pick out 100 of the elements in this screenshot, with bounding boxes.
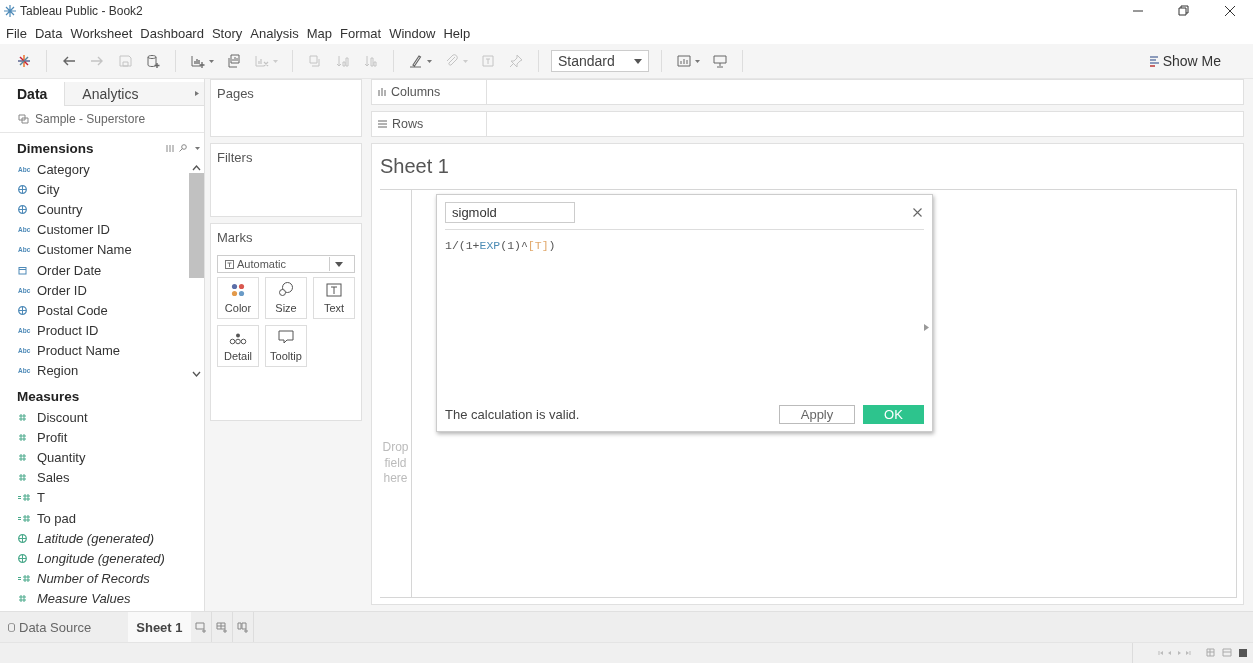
columns-icon[interactable] [166,144,175,152]
columns-icon [378,88,386,96]
swap-icon [307,53,323,69]
drop-hint: Drop field here [381,440,410,487]
linked-sheets-icon [18,114,29,124]
fit-dropdown[interactable]: Standard [551,50,649,72]
field-item[interactable]: Profit [0,427,204,448]
menu-item[interactable]: File [2,25,31,41]
calculation-name-field[interactable]: sigmold [445,202,575,223]
validation-message: The calculation is valid. [445,407,581,422]
label-box-icon [480,53,496,69]
search-icon[interactable] [179,144,187,152]
menu-item[interactable]: Worksheet [66,25,137,41]
menu-item[interactable]: Dashboard [136,25,208,41]
field-item[interactable]: Order Date [0,259,188,281]
card-title: Marks [216,229,254,247]
hash-icon [18,432,27,442]
caret-icon [427,58,432,64]
side-tab[interactable]: Data [0,82,66,106]
calculated-hash-icon [18,513,31,523]
shelf[interactable]: Columns [371,79,1244,105]
caret-icon [634,58,642,64]
hash-icon [18,473,27,483]
chart-plus-icon [190,53,206,69]
field-item[interactable]: Postal Code [0,300,188,321]
bars-icon [1149,55,1159,67]
marks-button[interactable]: Color [217,277,259,319]
shelf[interactable]: Rows [371,111,1244,137]
field-item[interactable]: Discount [0,407,204,428]
shelf-label: Columns [391,85,441,99]
menu-item[interactable]: Map [302,25,336,41]
field-item[interactable]: Latitude (generated) [0,528,204,549]
globe-icon [18,533,27,543]
card-title: Filters [216,149,254,167]
field-item[interactable]: To pad [0,508,204,529]
caret-icon [273,58,278,64]
hash-icon [18,453,27,463]
field-item[interactable]: Measure Values [0,588,204,609]
hash-icon [18,594,27,604]
menu-item[interactable]: Story [207,25,247,41]
data-source-name[interactable]: Sample - Superstore [35,112,146,126]
menu-item[interactable]: Window [385,25,440,41]
chevron-up-icon[interactable] [191,165,201,171]
monitor-icon [712,53,728,69]
section-title: Measures [17,388,81,404]
collapse-icon[interactable] [195,91,199,96]
caret-icon [695,58,700,64]
field-item[interactable]: Country [0,199,188,220]
marks-button[interactable]: Detail [217,325,259,367]
close-button[interactable] [913,208,922,217]
menu-item[interactable]: Help [439,25,475,41]
dropdown-arrow-icon[interactable] [195,146,200,150]
globe-icon [18,305,27,315]
menu-item[interactable]: Data [30,25,67,41]
field-item[interactable]: Number of Records [0,568,204,589]
sheet-plus-icon [194,621,207,633]
shelf-label: Rows [392,117,424,131]
app-logo-icon [3,4,17,18]
expand-arrow-icon[interactable] [924,324,929,331]
section-title: Dimensions [17,140,95,156]
marks-button[interactable]: Text [313,277,355,319]
pin-icon [508,53,524,69]
close-icon [913,208,922,217]
caret-icon [209,58,214,64]
globe-icon [18,553,27,563]
chart-x-icon [254,53,270,69]
menu-item[interactable]: Format [336,25,386,41]
globe-icon [18,184,27,194]
field-item[interactable]: Quantity [0,447,204,468]
apply-button[interactable]: Apply [779,405,855,424]
sheet-tab[interactable]: Sheet 1 [128,612,191,642]
field-item[interactable]: T [0,487,204,508]
chevron-down-icon[interactable] [191,371,201,378]
rows-icon [378,120,387,128]
text-box-icon [326,283,342,297]
field-item[interactable]: Longitude (generated) [0,548,204,569]
card-title: Pages [216,85,255,103]
calculated-hash-icon [18,493,31,503]
calculated-hash-icon [18,574,31,584]
dots-icon [229,333,247,345]
bar-chart-icon [676,53,692,69]
field-item[interactable]: Sales [0,467,204,488]
sheet-tab[interactable]: Data Source [0,612,100,642]
window-title: Tableau Public - Book2 [20,4,143,18]
field-item[interactable]: City [0,179,188,200]
marks-button[interactable]: Size [265,277,307,319]
menu-item[interactable]: Analysis [246,25,303,41]
marks-button[interactable]: Tooltip [265,325,307,367]
calendar-icon [18,265,27,275]
mark-type-dropdown[interactable]: Automatic [217,255,355,273]
sort-descending-icon [363,53,379,69]
pinwheel-logo-icon [16,53,32,69]
sheet-title: Sheet 1 [379,154,450,179]
paperclip-icon [444,53,460,69]
show-me-button[interactable]: Show Me [1143,52,1227,70]
stacked-sheets-icon [226,53,242,69]
four-dots-icon [231,283,245,297]
formula-text[interactable]: 1/(1+EXP(1)^[T]) [445,230,924,252]
caret-icon [463,58,468,64]
sort-ascending-icon [335,53,351,69]
